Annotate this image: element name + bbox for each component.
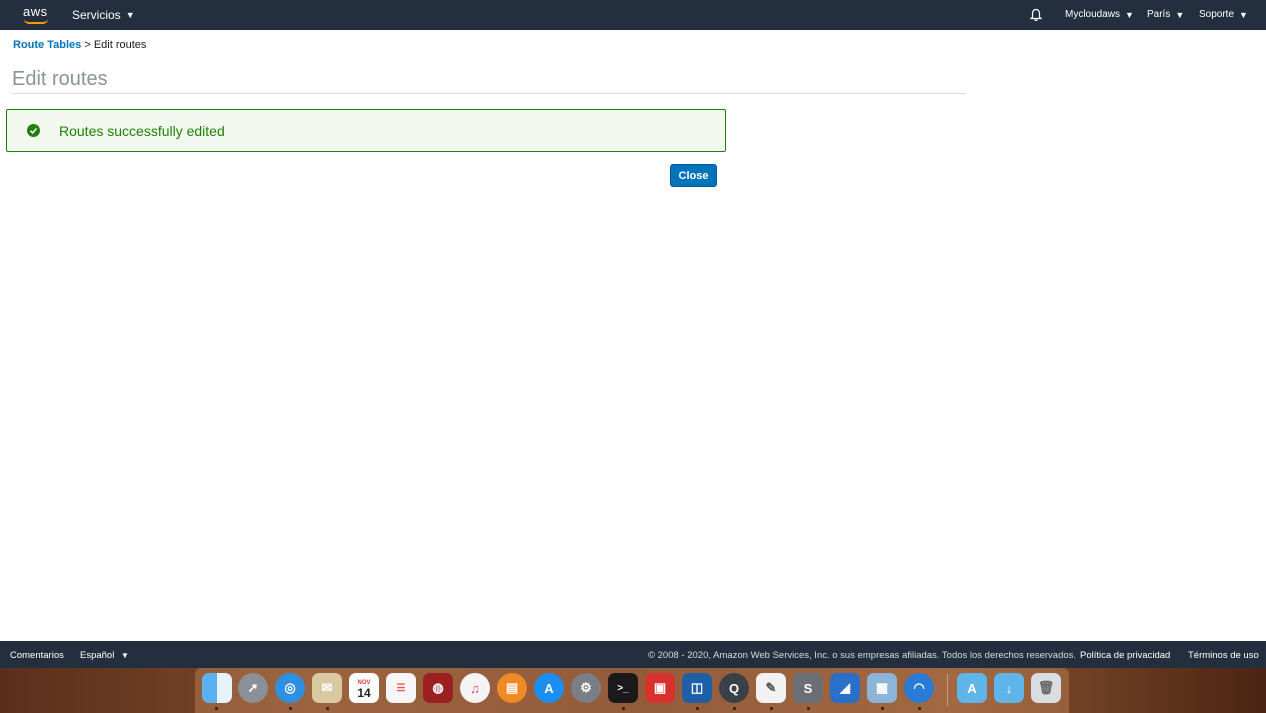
running-indicator — [918, 707, 921, 710]
page-title: Edit routes — [12, 68, 108, 90]
mail-icon[interactable]: ✉ — [312, 673, 342, 703]
running-indicator — [733, 707, 736, 710]
macos-dock: ➚ ◎ ✉ NOV 14 ☰ ◍ ♫ ▤ A ⚙ >_ ▣ ◫ Q ✎ S ◢ … — [195, 668, 1069, 713]
breadcrumb-route-tables-link[interactable]: Route Tables — [13, 39, 81, 51]
language-label: Español — [80, 650, 115, 661]
region-menu[interactable]: París ▼ — [1147, 9, 1184, 20]
aws-logo-text: aws — [23, 4, 48, 19]
terms-of-use-link[interactable]: Términos de uso — [1188, 650, 1259, 661]
scrivener-icon[interactable]: S — [793, 673, 823, 703]
caret-down-icon: ▼ — [125, 10, 135, 20]
copyright-text: © 2008 - 2020, Amazon Web Services, Inc.… — [648, 650, 1077, 661]
preview-icon[interactable]: ▦ — [867, 673, 897, 703]
aws-logo[interactable]: aws — [22, 3, 50, 27]
top-navigation-bar: aws Servicios ▼ Mycloudaws ▼ París ▼ Sop… — [0, 0, 1266, 30]
title-divider — [12, 93, 966, 94]
itunes-icon[interactable]: ♫ — [460, 673, 490, 703]
launchpad-icon[interactable]: ➚ — [238, 673, 268, 703]
support-menu[interactable]: Soporte ▼ — [1199, 9, 1248, 20]
success-alert: Routes successfully edited — [6, 109, 726, 152]
caret-down-icon: ▼ — [1175, 9, 1185, 20]
system-preferences-icon[interactable]: ⚙ — [571, 673, 601, 703]
running-indicator — [881, 707, 884, 710]
breadcrumb: Route Tables > Edit routes — [13, 39, 146, 51]
privacy-policy-link[interactable]: Política de privacidad — [1080, 650, 1170, 661]
safari-icon[interactable]: ◎ — [275, 673, 305, 703]
breadcrumb-current: Edit routes — [93, 39, 147, 51]
textedit-icon[interactable]: ✎ — [756, 673, 786, 703]
reminders-icon[interactable]: ☰ — [386, 673, 416, 703]
caret-down-icon: ▼ — [120, 651, 129, 660]
account-menu[interactable]: Mycloudaws ▼ — [1065, 9, 1134, 20]
calendar-day: 14 — [357, 686, 371, 700]
bell-icon[interactable] — [1029, 8, 1043, 22]
running-indicator — [289, 707, 292, 710]
language-selector[interactable]: Español ▼ — [80, 650, 129, 661]
app-store-icon[interactable]: A — [534, 673, 564, 703]
running-indicator — [770, 707, 773, 710]
caret-down-icon: ▼ — [1239, 9, 1248, 20]
support-label: Soporte — [1199, 9, 1235, 20]
calendar-icon[interactable]: NOV 14 — [349, 673, 379, 703]
trash-icon[interactable]: 🗑 — [1031, 673, 1061, 703]
services-menu[interactable]: Servicios ▼ — [72, 8, 135, 22]
running-indicator — [807, 707, 810, 710]
running-indicator — [215, 707, 218, 710]
running-indicator — [326, 707, 329, 710]
close-button[interactable]: Close — [670, 164, 717, 187]
running-indicator — [696, 707, 699, 710]
alert-message: Routes successfully edited — [59, 123, 225, 139]
browser-icon[interactable]: ◠ — [904, 673, 934, 703]
running-indicator — [622, 707, 625, 710]
books-icon[interactable]: ▤ — [497, 673, 527, 703]
finder-icon[interactable] — [202, 673, 232, 703]
sharkfin-icon[interactable]: ◢ — [830, 673, 860, 703]
breadcrumb-separator: > — [84, 39, 91, 51]
services-label: Servicios — [72, 8, 121, 22]
feedback-link[interactable]: Comentarios — [10, 650, 64, 661]
dock-separator — [947, 674, 948, 706]
footer: Comentarios Español ▼ © 2008 - 2020, Ama… — [0, 641, 1266, 668]
wineskin-icon[interactable]: ◍ — [423, 673, 453, 703]
caret-down-icon: ▼ — [1125, 9, 1134, 20]
applications-folder-icon[interactable]: A — [957, 673, 987, 703]
downloads-folder-icon[interactable]: ↓ — [994, 673, 1024, 703]
region-label: París — [1147, 9, 1171, 20]
parallels-icon[interactable]: ▣ — [645, 673, 675, 703]
aws-smile-icon — [24, 19, 48, 24]
account-label: Mycloudaws — [1065, 9, 1121, 20]
terminal-icon[interactable]: >_ — [608, 673, 638, 703]
check-circle-icon — [27, 124, 40, 137]
quicktime-icon[interactable]: Q — [719, 673, 749, 703]
remote-icon[interactable]: ◫ — [682, 673, 712, 703]
